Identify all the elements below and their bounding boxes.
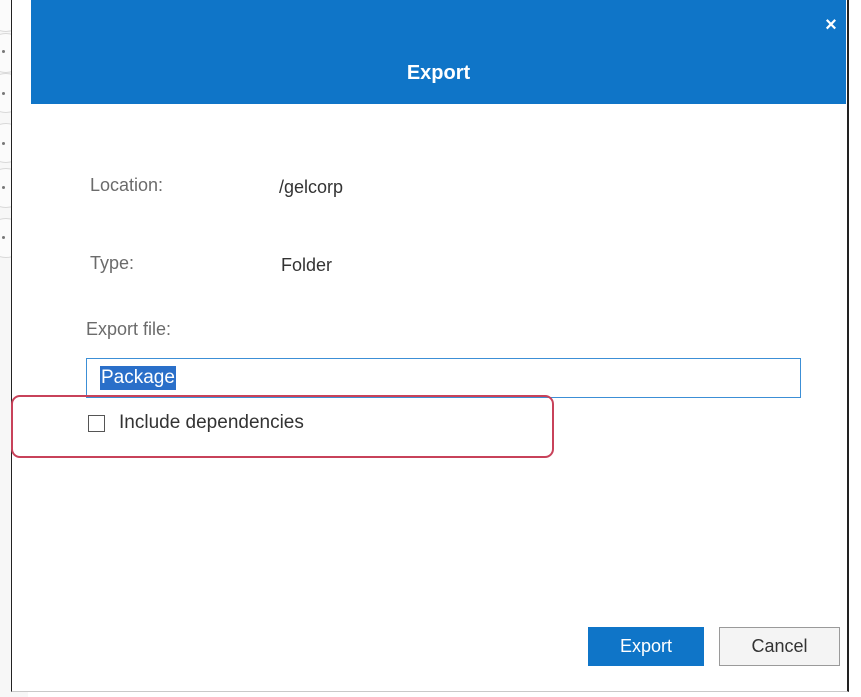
type-value: Folder	[281, 255, 333, 275]
background-dot	[2, 236, 5, 239]
background-dot	[2, 92, 5, 95]
location-value: /gelcorp	[279, 177, 344, 197]
export-dialog: Export × Location: /gelcorp Type: Folder…	[11, 0, 849, 692]
type-label: Type:	[90, 253, 135, 273]
export-file-input[interactable]: Package	[86, 358, 801, 398]
cancel-button[interactable]: Cancel	[719, 627, 840, 666]
dialog-header: Export ×	[31, 0, 846, 104]
location-label: Location:	[90, 175, 164, 195]
annotation-highlight-box	[11, 395, 554, 458]
screen: Export × Location: /gelcorp Type: Folder…	[0, 0, 861, 697]
export-file-label: Export file:	[86, 319, 172, 339]
export-file-input-text: Package	[100, 366, 176, 390]
background-dot	[2, 50, 5, 53]
background-dot	[2, 186, 5, 189]
dialog-title: Export	[406, 62, 471, 84]
export-button[interactable]: Export	[588, 627, 704, 666]
close-icon[interactable]: ×	[820, 14, 842, 36]
background-dot	[2, 142, 5, 145]
